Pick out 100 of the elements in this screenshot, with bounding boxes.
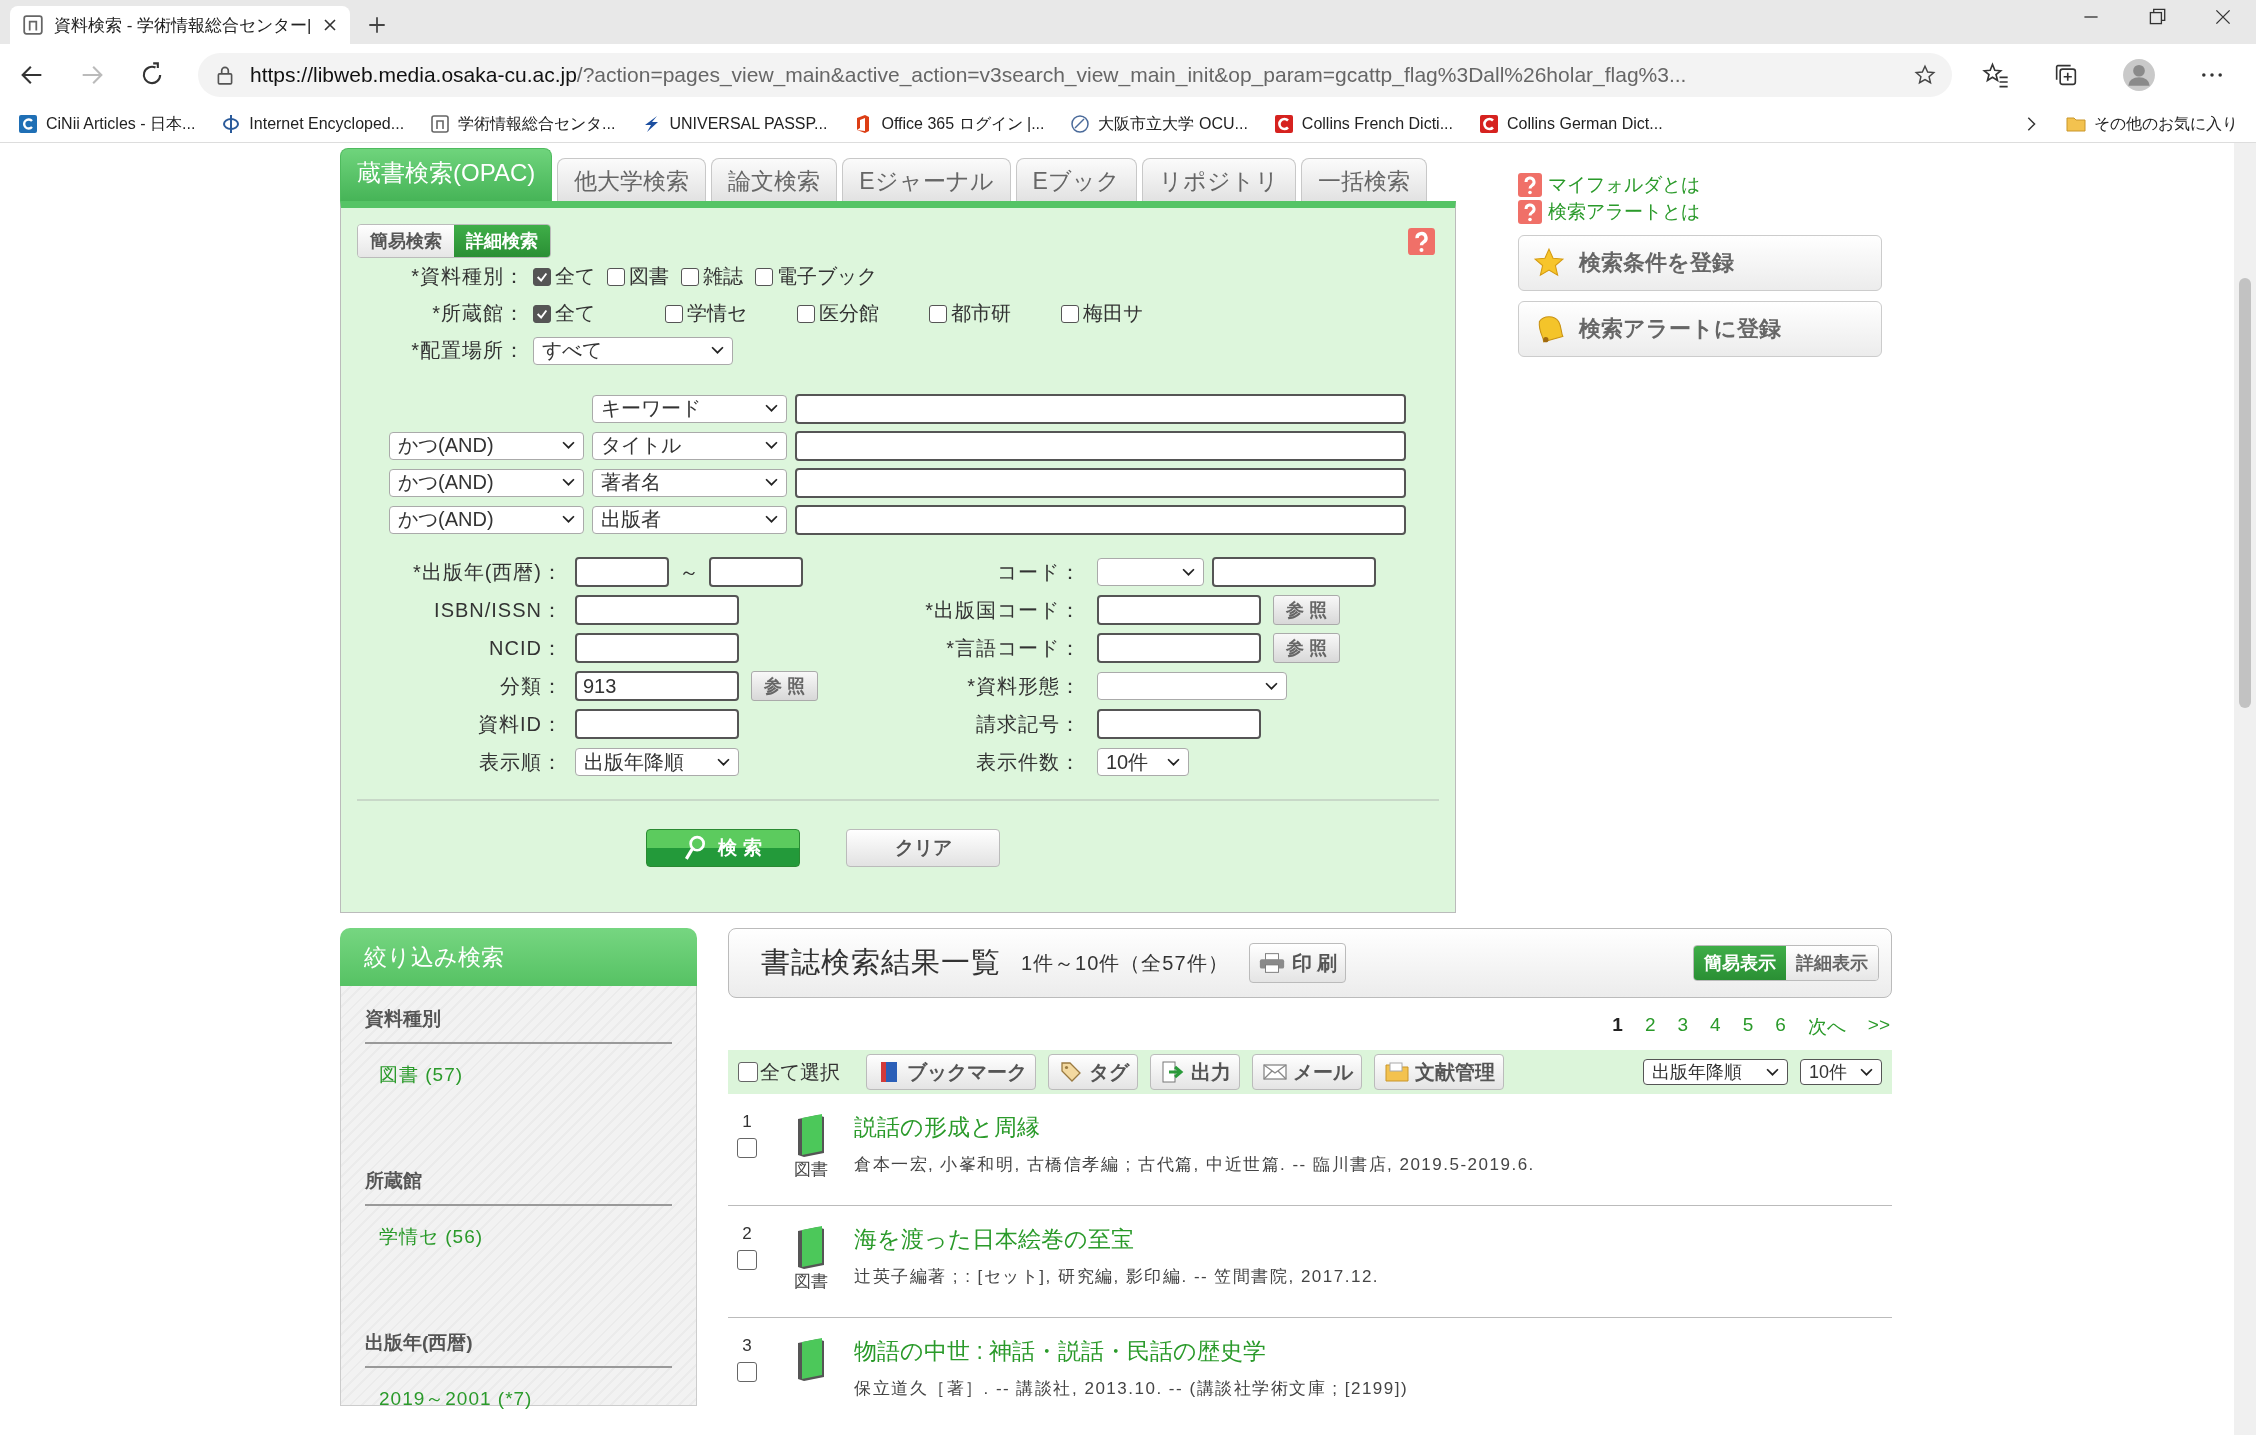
view-tab[interactable]: 簡易表示 <box>1694 946 1786 980</box>
bookmark-folder[interactable]: その他のお気に入り <box>2066 113 2238 135</box>
bookmark-item[interactable]: Internet Encycloped... <box>221 114 405 134</box>
register-button[interactable]: 検索条件を登録 <box>1518 235 1882 291</box>
checkbox-label: 梅田サ <box>1083 301 1143 326</box>
text-input[interactable] <box>575 633 739 663</box>
checkbox[interactable] <box>681 267 699 286</box>
caret-icon <box>562 515 575 524</box>
keyword-input[interactable] <box>795 504 1406 535</box>
operator-dropdown[interactable]: かつ(AND) <box>389 468 584 497</box>
operator-dropdown[interactable]: かつ(AND) <box>389 431 584 460</box>
reference-button[interactable]: 参 照 <box>1273 633 1340 663</box>
text-input[interactable] <box>1097 633 1261 663</box>
refine-link[interactable]: 学情セ (56) <box>365 1206 672 1268</box>
search-tab[interactable]: Eジャーナル <box>842 158 1011 201</box>
bookmark-item[interactable]: Collins German Dict... <box>1479 114 1663 134</box>
page-link[interactable]: >> <box>1867 1014 1890 1040</box>
browser-tab[interactable]: 資料検索 - 学術情報総合センター| <box>10 6 350 44</box>
result-checkbox[interactable] <box>737 1250 757 1270</box>
bookmark-item[interactable]: Office 365 ログイン |... <box>853 113 1045 135</box>
field-label: 表示件数： <box>975 749 1082 775</box>
sort-dropdown[interactable]: 出版年降順 <box>575 748 739 776</box>
text-input[interactable]: 913 <box>575 671 739 701</box>
result-checkbox[interactable] <box>737 1362 757 1382</box>
year-to-input[interactable] <box>709 557 803 587</box>
toolbar-button[interactable]: タグ <box>1048 1054 1138 1090</box>
scrollbar[interactable] <box>2234 143 2256 1435</box>
code-input[interactable] <box>1212 557 1376 587</box>
help-link[interactable]: マイフォルダとは <box>1548 171 1700 198</box>
search-tab[interactable]: Eブック <box>1015 158 1137 201</box>
field-dropdown[interactable]: 出版者 <box>592 505 787 534</box>
bookmark-item[interactable]: UNIVERSAL PASSP... <box>641 114 828 134</box>
checkbox[interactable] <box>1061 304 1079 323</box>
bookmark-item[interactable]: CiNii Articles - 日本... <box>18 113 196 135</box>
page-link[interactable]: 5 <box>1742 1014 1754 1040</box>
field-dropdown[interactable]: タイトル <box>592 431 787 460</box>
checkbox[interactable] <box>929 304 947 323</box>
reference-button[interactable]: 参 照 <box>1273 595 1340 625</box>
checkbox[interactable] <box>665 304 683 323</box>
search-tab[interactable]: 一括検索 <box>1300 158 1427 201</box>
result-title-link[interactable]: 物語の中世 : 神話・説話・民話の歴史学 <box>854 1336 1409 1367</box>
toolbar-button[interactable]: 文献管理 <box>1374 1054 1504 1090</box>
help-icon[interactable] <box>1408 227 1435 255</box>
operator-dropdown[interactable]: かつ(AND) <box>389 505 584 534</box>
print-button[interactable]: 印 刷 <box>1248 943 1347 983</box>
search-tab[interactable]: リポジトリ <box>1141 158 1296 201</box>
field-label: *資料種別： <box>410 264 526 289</box>
location-dropdown[interactable]: すべて <box>533 336 733 365</box>
mode-tab[interactable]: 詳細検索 <box>454 225 550 257</box>
field-dropdown[interactable]: キーワード <box>592 394 787 423</box>
text-input[interactable] <box>575 709 739 739</box>
search-tab[interactable]: 論文検索 <box>711 158 838 201</box>
select-all-checkbox[interactable] <box>738 1062 758 1082</box>
result-title-link[interactable]: 海を渡った日本絵巻の至宝 <box>854 1224 1380 1255</box>
keyword-input[interactable] <box>795 467 1406 498</box>
result-title-link[interactable]: 説話の形成と周縁 <box>854 1112 1535 1143</box>
page-link[interactable]: 4 <box>1710 1014 1721 1040</box>
result-checkbox[interactable] <box>737 1138 757 1158</box>
page-link[interactable]: 3 <box>1677 1014 1689 1040</box>
count-dropdown[interactable]: 10件 <box>1097 748 1189 776</box>
refine-link[interactable]: 2019～2001 (*7) <box>365 1368 672 1430</box>
view-tab[interactable]: 詳細表示 <box>1786 946 1878 980</box>
search-icon <box>684 835 707 861</box>
page-link[interactable]: 1 <box>1612 1014 1623 1040</box>
search-button[interactable]: 検 索 <box>646 829 800 867</box>
sort-dropdown[interactable]: 出版年降順 <box>1643 1059 1788 1085</box>
new-tab-icon[interactable] <box>366 14 388 36</box>
bookmark-item[interactable]: Collins French Dicti... <box>1273 114 1453 134</box>
clear-button[interactable]: クリア <box>846 829 1000 867</box>
bookmark-item[interactable]: 学術情報総合センタ... <box>430 113 616 135</box>
text-input[interactable] <box>1097 709 1261 739</box>
count-dropdown[interactable]: 10件 <box>1800 1059 1882 1085</box>
close-icon[interactable] <box>322 17 338 33</box>
register-button[interactable]: 検索アラートに登録 <box>1518 301 1882 357</box>
star-icon[interactable] <box>1914 64 1936 86</box>
toolbar-button[interactable]: メール <box>1252 1054 1362 1090</box>
checkbox[interactable] <box>797 304 815 323</box>
field-dropdown[interactable]: 著者名 <box>592 468 787 497</box>
toolbar-button[interactable]: ブックマーク <box>866 1054 1036 1090</box>
keyword-input[interactable] <box>795 393 1406 424</box>
mode-tab[interactable]: 簡易検索 <box>358 225 454 257</box>
bookmark-item[interactable]: 大阪市立大学 OCU... <box>1070 113 1248 135</box>
search-tab[interactable]: 他大学検索 <box>557 158 707 201</box>
checkbox[interactable] <box>755 267 773 286</box>
keyword-input[interactable] <box>795 430 1406 461</box>
page-link[interactable]: 6 <box>1775 1014 1786 1040</box>
toolbar-button[interactable]: 出力 <box>1150 1054 1240 1090</box>
checkbox[interactable] <box>533 267 551 286</box>
checkbox[interactable] <box>533 304 551 323</box>
page-link[interactable]: 次へ <box>1807 1014 1846 1040</box>
address-field[interactable]: https://libweb.media.osaka-cu.ac.jp/?action=pages_view_main&active_action=v3search_view_main_init&op_param=gcattp_flag%3Dall%26holar_flag%3... <box>198 53 1952 97</box>
help-link[interactable]: 検索アラートとは <box>1548 198 1700 225</box>
checkbox[interactable] <box>607 267 625 286</box>
page-link[interactable]: 2 <box>1644 1014 1656 1040</box>
profile-avatar-icon[interactable] <box>2122 58 2156 92</box>
favorites-icon[interactable] <box>1982 61 2010 89</box>
reference-button[interactable]: 参 照 <box>751 671 818 701</box>
year-from-input[interactable] <box>575 557 669 587</box>
text-input[interactable] <box>575 595 739 625</box>
text-input[interactable] <box>1097 595 1261 625</box>
